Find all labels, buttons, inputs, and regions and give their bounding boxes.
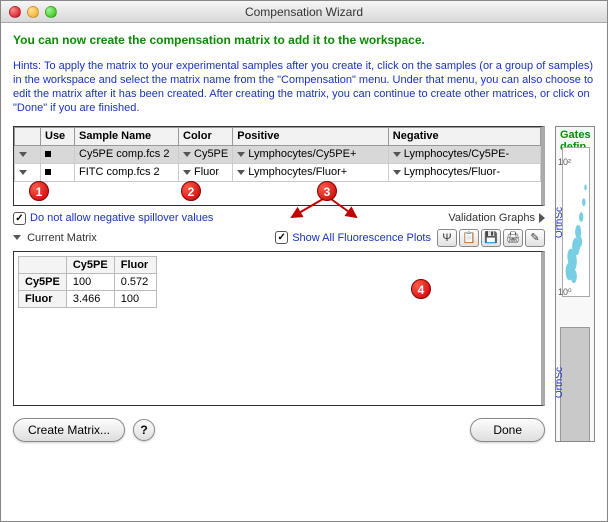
matrix-col: Cy5PE <box>66 256 114 273</box>
col-color[interactable]: Color <box>179 127 233 145</box>
callout-3-icon: 3 <box>317 181 337 201</box>
table-row[interactable]: FITC comp.fcs 2 Fluor Lymphocytes/Fluor+… <box>15 163 541 181</box>
printer-icon: 🖨 <box>506 231 520 244</box>
create-matrix-button[interactable]: Create Matrix... <box>13 418 125 442</box>
chevron-down-icon <box>183 170 191 175</box>
content-area: You can now create the compensation matr… <box>1 23 607 521</box>
chevron-down-icon <box>237 152 245 157</box>
cell-color[interactable]: Cy5PE <box>179 145 233 163</box>
matrix-table: Cy5PE Fluor Cy5PE 100 0.572 Fluor 3.466 … <box>18 256 157 308</box>
col-use[interactable]: Use <box>41 127 75 145</box>
use-checkbox-icon[interactable] <box>45 169 51 175</box>
clipboard-icon: 📋 <box>462 231 476 244</box>
cell-sample: Cy5PE comp.fcs 2 <box>75 145 179 163</box>
chevron-down-icon <box>13 235 21 240</box>
cell-positive[interactable]: Lymphocytes/Cy5PE+ <box>233 145 389 163</box>
window-title: Compensation Wizard <box>1 5 607 19</box>
chevron-down-icon <box>393 170 401 175</box>
page-heading: You can now create the compensation matr… <box>13 33 595 49</box>
hints-text: Hints: To apply the matrix to your exper… <box>13 59 595 116</box>
validation-graphs-toggle[interactable]: Validation Graphs <box>448 212 545 224</box>
table-header-row: Use Sample Name Color Positive Negative <box>15 127 541 145</box>
samples-table: Use Sample Name Color Positive Negative … <box>14 127 541 182</box>
current-matrix-toggle[interactable]: Current Matrix <box>13 232 97 244</box>
titlebar: Compensation Wizard <box>1 1 607 23</box>
cell-sample: FITC comp.fcs 2 <box>75 163 179 181</box>
chevron-right-icon <box>539 213 545 223</box>
cell-negative[interactable]: Lymphocytes/Cy5PE- <box>388 145 540 163</box>
preview-sidebar: Gates defin OrthSc 10² 10⁰ <box>555 126 595 442</box>
show-all-plots-checkbox[interactable]: ✓ Show All Fluorescence Plots <box>275 231 431 244</box>
matrix-col: Fluor <box>114 256 156 273</box>
checkbox-icon: ✓ <box>13 212 26 225</box>
samples-table-container: Use Sample Name Color Positive Negative … <box>13 126 545 206</box>
clipboard-button[interactable]: 📋 <box>459 229 479 247</box>
chevron-down-icon <box>183 152 191 157</box>
matrix-row: Cy5PE 100 0.572 <box>19 273 157 290</box>
cell-color[interactable]: Fluor <box>179 163 233 181</box>
done-button[interactable]: Done <box>470 418 545 442</box>
chevron-down-icon <box>393 152 401 157</box>
compensation-wizard-window: Compensation Wizard You can now create t… <box>0 0 608 522</box>
checkbox-icon: ✓ <box>275 231 288 244</box>
disclosure-icon[interactable] <box>19 170 27 175</box>
disk-icon: 💾 <box>484 231 498 244</box>
scatter-plot[interactable] <box>562 147 590 297</box>
callout-2-icon: 2 <box>181 181 201 201</box>
close-icon[interactable] <box>9 6 21 18</box>
use-checkbox-icon[interactable] <box>45 151 51 157</box>
save-button[interactable]: 💾 <box>481 229 501 247</box>
cell-negative[interactable]: Lymphocytes/Fluor- <box>388 163 540 181</box>
table-row[interactable]: Cy5PE comp.fcs 2 Cy5PE Lymphocytes/Cy5PE… <box>15 145 541 163</box>
callout-1-icon: 1 <box>29 181 49 201</box>
matrix-row: Fluor 3.466 100 <box>19 290 157 307</box>
matrix-container: Cy5PE Fluor Cy5PE 100 0.572 Fluor 3.466 … <box>13 251 545 406</box>
window-controls <box>9 6 57 18</box>
edit-button[interactable]: ✎ <box>525 229 545 247</box>
y-axis-label-2: OrthSc <box>555 367 565 398</box>
col-negative[interactable]: Negative <box>388 127 540 145</box>
print-button[interactable]: 🖨 <box>503 229 523 247</box>
y-axis-label: OrthSc <box>555 207 565 238</box>
cell-positive[interactable]: Lymphocytes/Fluor+ <box>233 163 389 181</box>
zoom-icon[interactable] <box>45 6 57 18</box>
help-button[interactable]: ? <box>133 419 155 441</box>
disclosure-icon[interactable] <box>19 152 27 157</box>
toolbar: Ψ 📋 💾 🖨 ✎ <box>437 229 545 247</box>
minimize-icon[interactable] <box>27 6 39 18</box>
pencil-icon: ✎ <box>530 231 539 244</box>
psi-tool-button[interactable]: Ψ <box>437 229 457 247</box>
callout-4-icon: 4 <box>411 279 431 299</box>
col-positive[interactable]: Positive <box>233 127 389 145</box>
col-sample-name[interactable]: Sample Name <box>75 127 179 145</box>
chevron-down-icon <box>237 170 245 175</box>
no-neg-spillover-checkbox[interactable]: ✓ Do not allow negative spillover values <box>13 212 213 225</box>
